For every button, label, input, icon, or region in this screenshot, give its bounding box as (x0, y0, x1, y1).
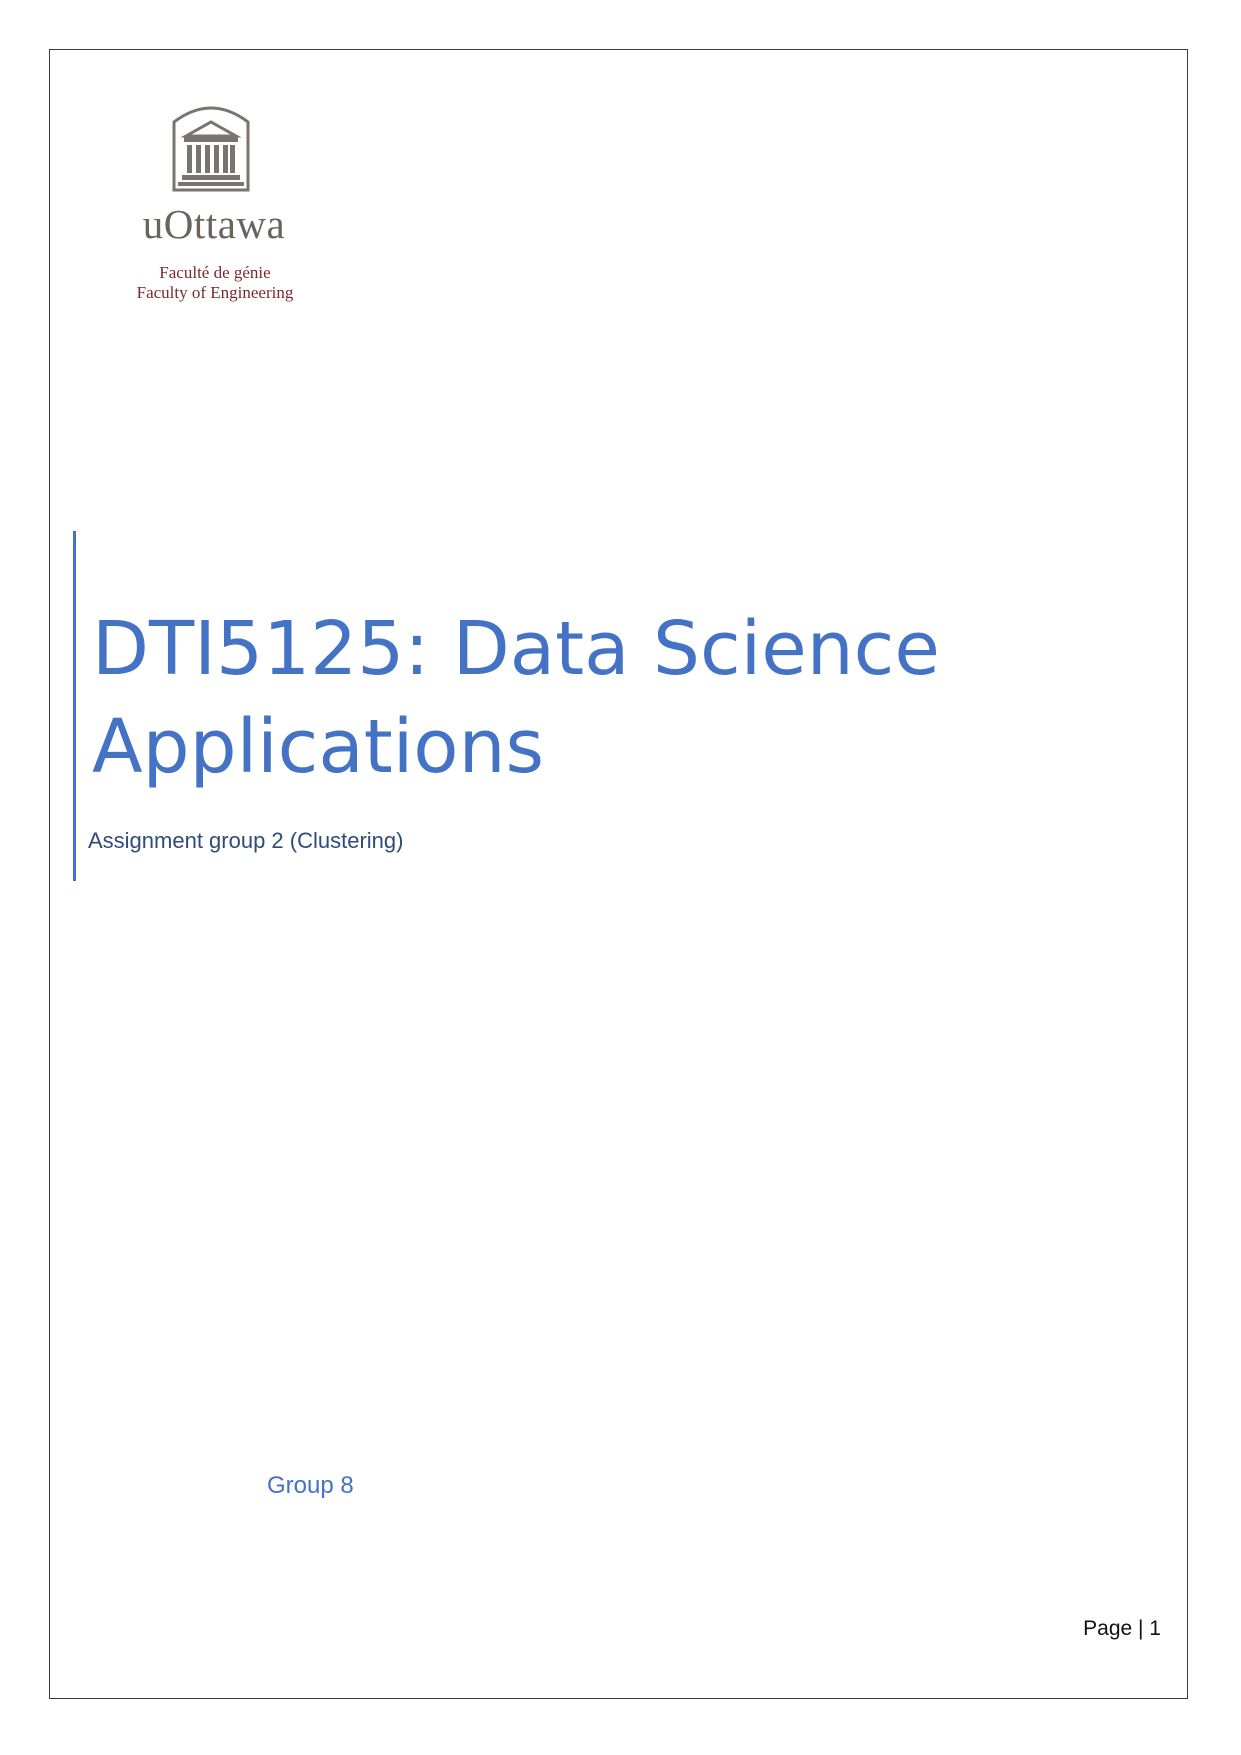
university-logo: uOttawa Faculté de génie Faculty of Engi… (120, 100, 320, 310)
group-label: Group 8 (267, 1472, 354, 1499)
faculty-name-english: Faculty of Engineering (136, 283, 294, 302)
document-subtitle: Assignment group 2 (Clustering) (88, 828, 404, 853)
logo-wordmark: uOttawa (142, 201, 286, 247)
university-building-icon (172, 106, 250, 192)
title-accent-bar (73, 531, 76, 881)
faculty-name-french: Faculté de génie (159, 263, 271, 282)
page-number: Page | 1 (1083, 1617, 1161, 1640)
document-title: DTI5125: Data Science Applications (92, 606, 940, 790)
